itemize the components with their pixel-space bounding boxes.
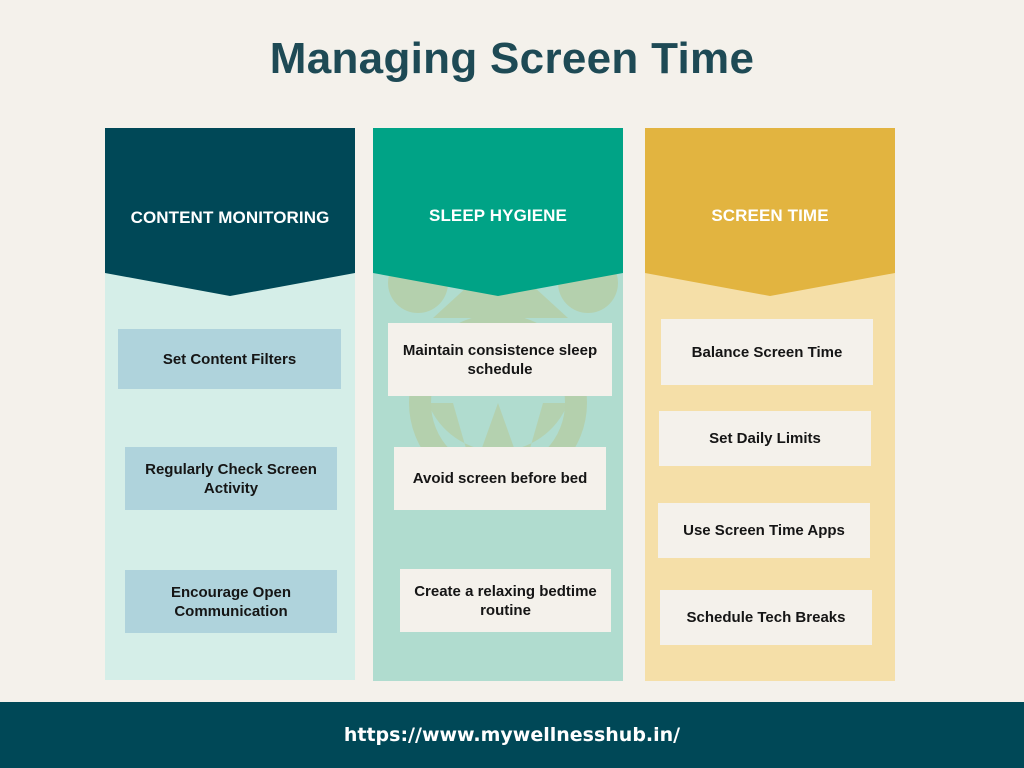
list-item-label: Balance Screen Time: [691, 343, 843, 361]
list-item: Set Content Filters: [118, 329, 341, 389]
list-item-label: Avoid screen before bed: [412, 470, 588, 487]
page-title: Managing Screen Time: [269, 34, 755, 83]
column-content-monitoring: CONTENT MONITORING Set Content Filters R…: [105, 128, 355, 680]
list-item-label: Create a relaxing bedtime routine: [414, 582, 597, 619]
footer-bar: https://www.mywellnesshub.in/: [0, 702, 1024, 768]
list-item-label: Maintain consistence sleep schedule: [402, 341, 598, 378]
list-item-label: Set Content Filters: [162, 350, 297, 368]
list-item: Use Screen Time Apps: [658, 503, 870, 558]
list-item-label: Use Screen Time Apps: [683, 522, 845, 539]
list-item-label: Regularly Check Screen Activity: [145, 460, 317, 497]
column-heading: CONTENT MONITORING: [130, 208, 330, 227]
column-header: SCREEN TIME: [645, 128, 895, 298]
column-screen-time: SCREEN TIME Balance Screen Time Set Dail…: [645, 128, 895, 681]
list-item: Create a relaxing bedtime routine: [400, 569, 611, 632]
list-item: Balance Screen Time: [661, 319, 873, 385]
list-item: Schedule Tech Breaks: [660, 590, 872, 645]
list-item: Regularly Check Screen Activity: [125, 447, 337, 510]
list-item: Maintain consistence sleep schedule: [388, 323, 612, 396]
column-sleep-hygiene: SLEEP HYGIENE Maintain consistence sleep…: [373, 128, 623, 681]
list-item: Avoid screen before bed: [394, 447, 606, 510]
column-heading: SCREEN TIME: [711, 206, 829, 225]
list-item-label: Schedule Tech Breaks: [686, 609, 846, 626]
column-header: CONTENT MONITORING: [105, 128, 355, 298]
column-heading: SLEEP HYGIENE: [429, 206, 567, 225]
list-item: Encourage Open Communication: [125, 570, 337, 633]
list-item: Set Daily Limits: [659, 411, 871, 466]
column-header: SLEEP HYGIENE: [373, 128, 623, 298]
website-link[interactable]: https://www.mywellnesshub.in/: [344, 724, 680, 746]
list-item-label: Encourage Open Communication: [170, 583, 292, 620]
list-item-label: Set Daily Limits: [709, 430, 821, 447]
